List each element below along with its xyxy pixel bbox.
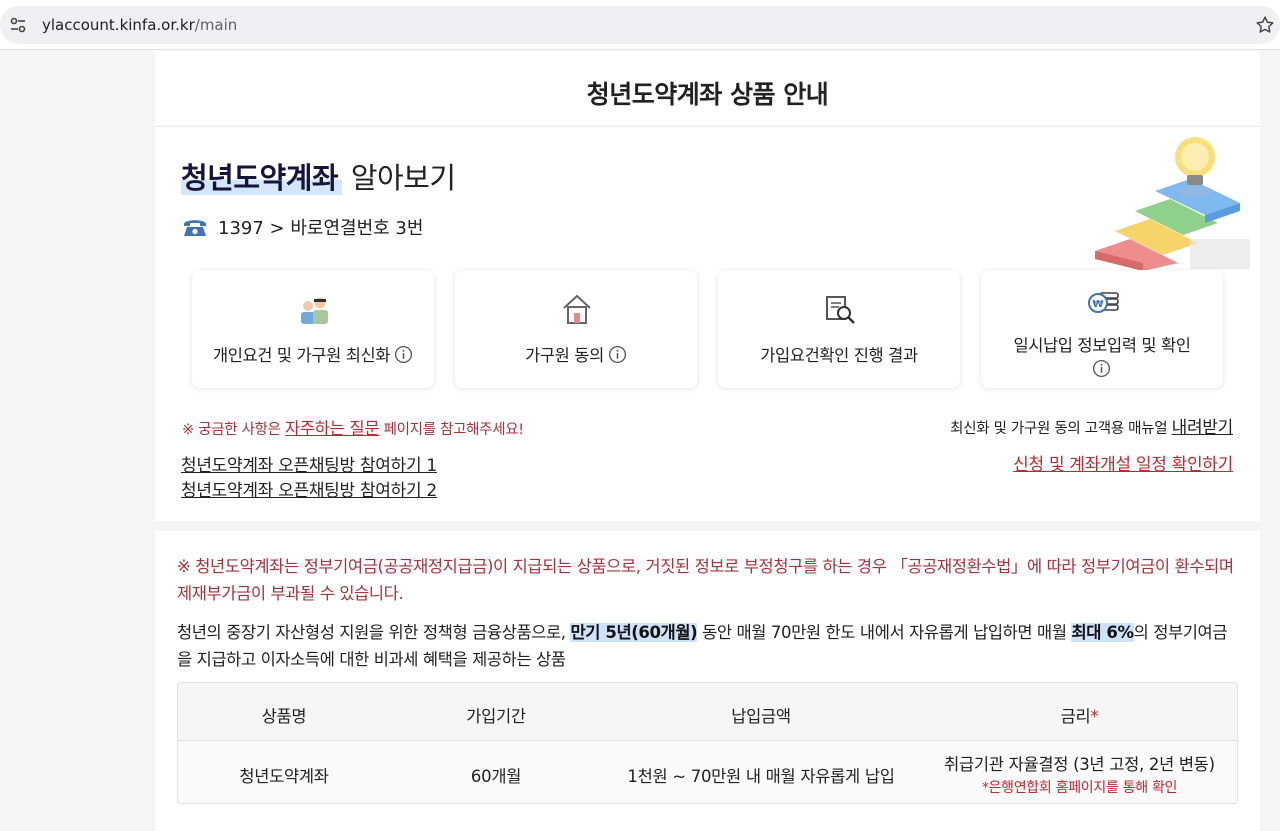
- tile-household-update[interactable]: 개인요건 및 가구원 최신화: [192, 270, 434, 388]
- info-icon[interactable]: [608, 345, 627, 364]
- tile-household-consent[interactable]: 가구원 동의: [455, 270, 697, 388]
- header-period: 가입기간: [466, 707, 526, 726]
- hero-title-rest: 알아보기: [350, 161, 456, 195]
- product-table: 상품명 가입기간 납입금액 금리* 청년도약계좌 60개월 1천원 ~ 70만원…: [177, 682, 1238, 804]
- url-text[interactable]: ylaccount.kinfa.or.kr/main: [42, 15, 237, 35]
- address-bar[interactable]: ylaccount.kinfa.or.kr/main: [0, 6, 1280, 44]
- lightbulb-stairs-illustration: [1095, 137, 1250, 271]
- browser-toolbar: ylaccount.kinfa.or.kr/main: [0, 0, 1280, 50]
- document-search-icon: [826, 296, 855, 324]
- required-mark: *: [1090, 707, 1099, 726]
- tile-label: 가입요건확인 진행 결과: [760, 346, 918, 365]
- table-header: 상품명 가입기간 납입금액 금리*: [178, 683, 1237, 741]
- faq-note: ※ 궁금한 사항은 자주하는 질문 페이지를 참고해주세요!: [182, 419, 524, 438]
- cell-period: 60개월: [470, 767, 522, 786]
- info-icon[interactable]: [394, 345, 413, 364]
- faq-link[interactable]: 자주하는 질문: [285, 419, 380, 438]
- max-rate-highlight: 최대 6%: [1071, 623, 1134, 642]
- product-info-card: ※ 청년도약계좌는 정부기여금(공공재정지급금)이 지급되는 상품으로, 거짓된…: [155, 531, 1260, 831]
- tile-label: 개인요건 및 가구원 최신화: [212, 346, 391, 365]
- telephone-icon: [184, 220, 206, 236]
- header-product-name: 상품명: [261, 707, 307, 726]
- product-description: 청년의 중장기 자산형성 지원을 위한 정책형 금융상품으로, 만기 5년(60…: [177, 623, 1228, 669]
- house-icon: [563, 294, 591, 324]
- open-chat-link-1[interactable]: 청년도약계좌 오픈채팅방 참여하기 1: [181, 451, 437, 476]
- won-coins-icon: ₩: [1088, 292, 1119, 313]
- maturity-highlight: 만기 5년(60개월): [570, 623, 698, 642]
- action-tiles: 개인요건 및 가구원 최신화 가구원 동의 가입요건확인 진행 결과 ₩ 일시납…: [192, 270, 1224, 388]
- header-amount: 납입금액: [731, 707, 791, 726]
- main-card: 청년도약계좌 상품 안내 청년도약계좌 알아보기 1397 > 바로연결번호 3…: [155, 51, 1260, 521]
- family-icon: [301, 297, 328, 324]
- tile-label: 일시납입 정보입력 및 확인: [1013, 336, 1191, 355]
- title-band: 청년도약계좌 상품 안내: [155, 51, 1260, 127]
- schedule-link[interactable]: 신청 및 계좌개설 일정 확인하기: [1013, 450, 1233, 475]
- hero-title-highlight: 청년도약계좌: [181, 161, 343, 195]
- site-info-icon[interactable]: [8, 15, 28, 35]
- fraud-warning: ※ 청년도약계좌는 정부기여금(공공재정지급금)이 지급되는 상품으로, 거짓된…: [177, 557, 1234, 603]
- tile-label: 가구원 동의: [525, 346, 604, 365]
- manual-download: 최신화 및 가구원 동의 고객용 매뉴얼 내려받기: [950, 418, 1234, 438]
- cell-product-name: 청년도약계좌: [239, 767, 329, 786]
- tile-lump-sum-payment[interactable]: ₩ 일시납입 정보입력 및 확인: [981, 270, 1223, 388]
- svg-text:₩: ₩: [1092, 299, 1103, 310]
- info-icon[interactable]: [1092, 359, 1111, 378]
- cell-amount: 1천원 ~ 70만원 내 매월 자유롭게 납입: [627, 767, 895, 786]
- cell-rate: 취급기관 자율결정 (3년 고정, 2년 변동): [944, 755, 1215, 774]
- manual-download-link[interactable]: 내려받기: [1172, 418, 1234, 438]
- open-chat-link-2[interactable]: 청년도약계좌 오픈채팅방 참여하기 2: [181, 476, 437, 501]
- page-title: 청년도약계좌 상품 안내: [586, 80, 829, 109]
- tile-eligibility-result[interactable]: 가입요건확인 진행 결과: [718, 270, 960, 388]
- phone-info: 1397 > 바로연결번호 3번: [182, 214, 423, 240]
- hero-title: 청년도약계좌 알아보기: [181, 155, 456, 197]
- cell-rate-note: *은행연합회 홈페이지를 통해 확인: [981, 780, 1178, 796]
- phone-text: 1397 > 바로연결번호 3번: [218, 218, 424, 239]
- header-rate: 금리*: [1060, 707, 1099, 726]
- bookmark-star-icon[interactable]: [1254, 14, 1276, 36]
